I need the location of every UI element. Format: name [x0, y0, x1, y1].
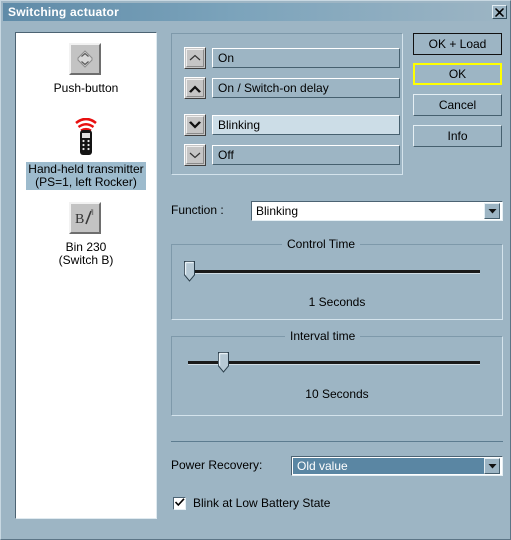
interval-time-slider-track[interactable] — [188, 361, 480, 365]
function-row-label[interactable]: On — [212, 48, 400, 68]
function-row-label[interactable]: Off — [212, 145, 400, 165]
list-item[interactable]: Hand-held transmitter (PS=1, left Rocker… — [16, 117, 156, 190]
arrow-up-bold-icon[interactable] — [184, 77, 206, 99]
chevron-down-icon[interactable] — [484, 458, 500, 474]
device-list-panel[interactable]: Push-button Hand-held transmitter (PS=1,… — [15, 32, 157, 519]
push-button-icon — [69, 43, 103, 77]
info-button[interactable]: Info — [413, 125, 502, 147]
window-title: Switching actuator — [8, 5, 119, 19]
hand-held-transmitter-icon — [69, 117, 103, 158]
function-label: Function : — [171, 203, 224, 217]
chevron-down-icon[interactable] — [484, 203, 500, 219]
interval-time-slider-thumb[interactable] — [218, 352, 229, 373]
arrow-up-thin-icon[interactable] — [184, 47, 206, 69]
function-select-value: Blinking — [256, 204, 299, 218]
list-item-label: Bin 230 (Switch B) — [58, 240, 114, 267]
close-button[interactable] — [492, 5, 507, 19]
list-item[interactable]: B Bin 230 (Switch B) — [16, 202, 156, 268]
function-list-group: On On / Switch-on delay Blinking Off — [171, 33, 403, 175]
control-time-slider-thumb[interactable] — [184, 261, 195, 282]
list-item-label: Hand-held transmitter (PS=1, left Rocker… — [26, 162, 146, 190]
list-item-label: Push-button — [53, 81, 119, 95]
function-row[interactable]: Blinking — [184, 114, 400, 136]
svg-text:B: B — [75, 212, 84, 227]
function-row-label[interactable]: On / Switch-on delay — [212, 78, 400, 98]
bin-230-icon: B — [69, 202, 103, 236]
function-row-label[interactable]: Blinking — [212, 115, 400, 135]
function-row[interactable]: On / Switch-on delay — [184, 77, 400, 99]
arrow-down-thin-icon[interactable] — [184, 144, 206, 166]
power-recovery-value: Old value — [293, 458, 484, 474]
close-x-icon — [495, 7, 504, 17]
interval-time-title: Interval time — [285, 329, 361, 343]
checkmark-icon — [174, 496, 185, 510]
control-time-slider-track[interactable] — [188, 270, 480, 274]
function-select[interactable]: Blinking — [251, 201, 503, 221]
ok-button[interactable]: OK — [413, 63, 502, 85]
section-divider — [171, 441, 503, 442]
arrow-down-bold-icon[interactable] — [184, 114, 206, 136]
list-item[interactable]: Push-button — [16, 43, 156, 96]
control-time-group: Control Time 1 Seconds — [171, 237, 503, 320]
interval-time-group: Interval time 10 Seconds — [171, 329, 503, 416]
function-row[interactable]: On — [184, 47, 400, 69]
function-row[interactable]: Off — [184, 144, 400, 166]
cancel-button[interactable]: Cancel — [413, 94, 502, 116]
power-recovery-select[interactable]: Old value — [291, 456, 503, 476]
control-time-value: 1 Seconds — [308, 295, 366, 309]
blink-low-battery-row[interactable]: Blink at Low Battery State — [173, 496, 330, 510]
ok-load-button[interactable]: OK + Load — [413, 33, 502, 55]
blink-low-battery-label: Blink at Low Battery State — [193, 496, 331, 510]
interval-time-value: 10 Seconds — [305, 387, 369, 401]
switching-actuator-dialog: Switching actuator Push-button Hand-held… — [0, 0, 511, 540]
title-bar: Switching actuator — [3, 3, 510, 21]
control-time-title: Control Time — [282, 237, 361, 251]
blink-low-battery-checkbox[interactable] — [173, 496, 186, 510]
power-recovery-label: Power Recovery: — [171, 458, 263, 472]
